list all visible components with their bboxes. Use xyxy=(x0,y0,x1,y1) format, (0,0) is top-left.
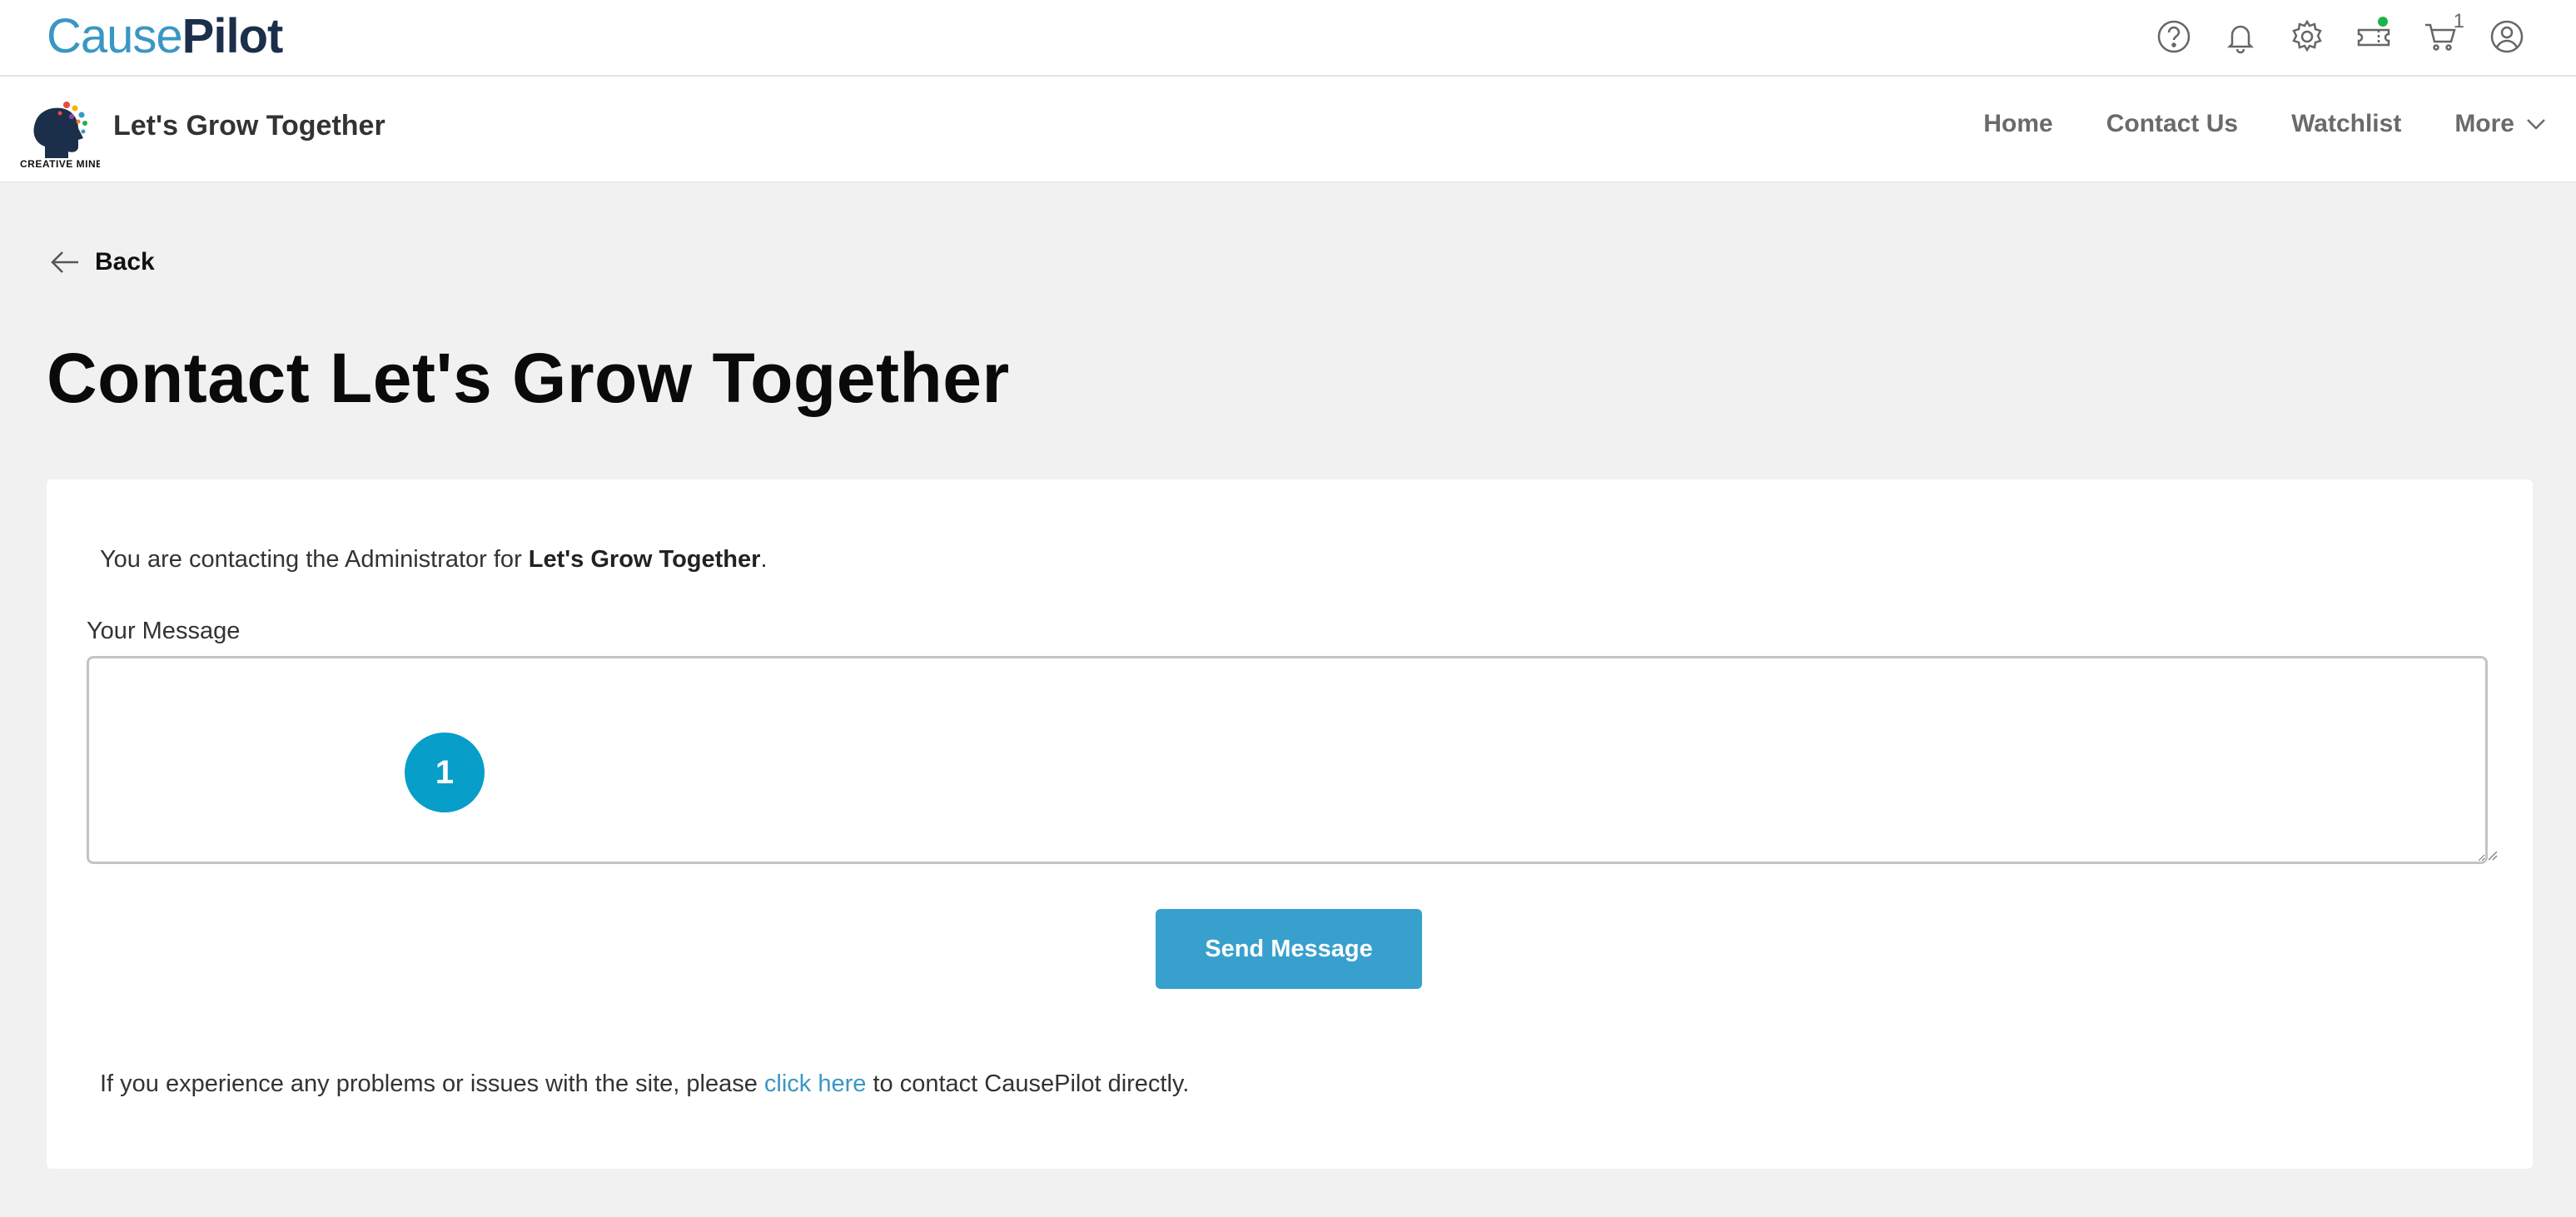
ticket-status-dot xyxy=(2378,17,2388,27)
logo-part-pilot: Pilot xyxy=(182,9,284,63)
bell-icon[interactable] xyxy=(2216,15,2265,58)
ticket-icon[interactable] xyxy=(2350,15,2398,58)
gear-icon[interactable] xyxy=(2283,15,2331,58)
send-message-button[interactable]: Send Message xyxy=(1156,909,1422,989)
causepilot-logo[interactable]: CausePilot xyxy=(47,7,284,67)
back-label: Back xyxy=(95,248,155,276)
nav-more-label: More xyxy=(2454,110,2514,137)
org-header: CREATIVE MINE Let's Grow Together Home C… xyxy=(0,77,2576,182)
support-note-prefix: If you experience any problems or issues… xyxy=(100,1070,764,1097)
top-bar: CausePilot 1 xyxy=(0,0,2576,77)
nav-contact-us[interactable]: Contact Us xyxy=(2106,110,2238,138)
contact-intro: You are contacting the Administrator for… xyxy=(100,546,768,574)
message-label: Your Message xyxy=(87,618,241,644)
cart-count: 1 xyxy=(2453,10,2464,32)
step-marker: 1 xyxy=(405,733,485,812)
intro-org-name: Let's Grow Together xyxy=(528,546,761,573)
intro-suffix: . xyxy=(760,546,768,573)
intro-prefix: You are contacting the Administrator for xyxy=(100,546,529,573)
page-title: Contact Let's Grow Together xyxy=(47,339,1010,417)
support-note: If you experience any problems or issues… xyxy=(100,1070,1189,1098)
nav-watchlist[interactable]: Watchlist xyxy=(2291,110,2401,138)
creative-mind-logo[interactable] xyxy=(20,95,100,168)
help-icon[interactable] xyxy=(2150,15,2198,58)
nav-more[interactable]: More xyxy=(2454,110,2548,138)
resize-grip-icon[interactable] xyxy=(2484,847,2498,861)
org-nav: Home Contact Us Watchlist More xyxy=(1983,110,2548,138)
top-icons: 1 xyxy=(2150,10,2531,58)
user-icon[interactable] xyxy=(2483,15,2531,58)
logo-caption: CREATIVE MINE xyxy=(20,158,100,170)
arrow-left-icon xyxy=(51,251,78,273)
nav-home[interactable]: Home xyxy=(1983,110,2052,138)
click-here-link[interactable]: click here xyxy=(764,1070,867,1097)
support-note-suffix: to contact CausePilot directly. xyxy=(866,1070,1190,1097)
cart-icon[interactable]: 1 xyxy=(2416,10,2464,58)
back-button[interactable]: Back xyxy=(50,248,155,276)
chevron-down-icon xyxy=(2527,119,2545,130)
logo-part-cause: Cause xyxy=(47,9,183,63)
org-title[interactable]: Let's Grow Together xyxy=(113,110,385,142)
contact-card: You are contacting the Administrator for… xyxy=(47,479,2533,1169)
